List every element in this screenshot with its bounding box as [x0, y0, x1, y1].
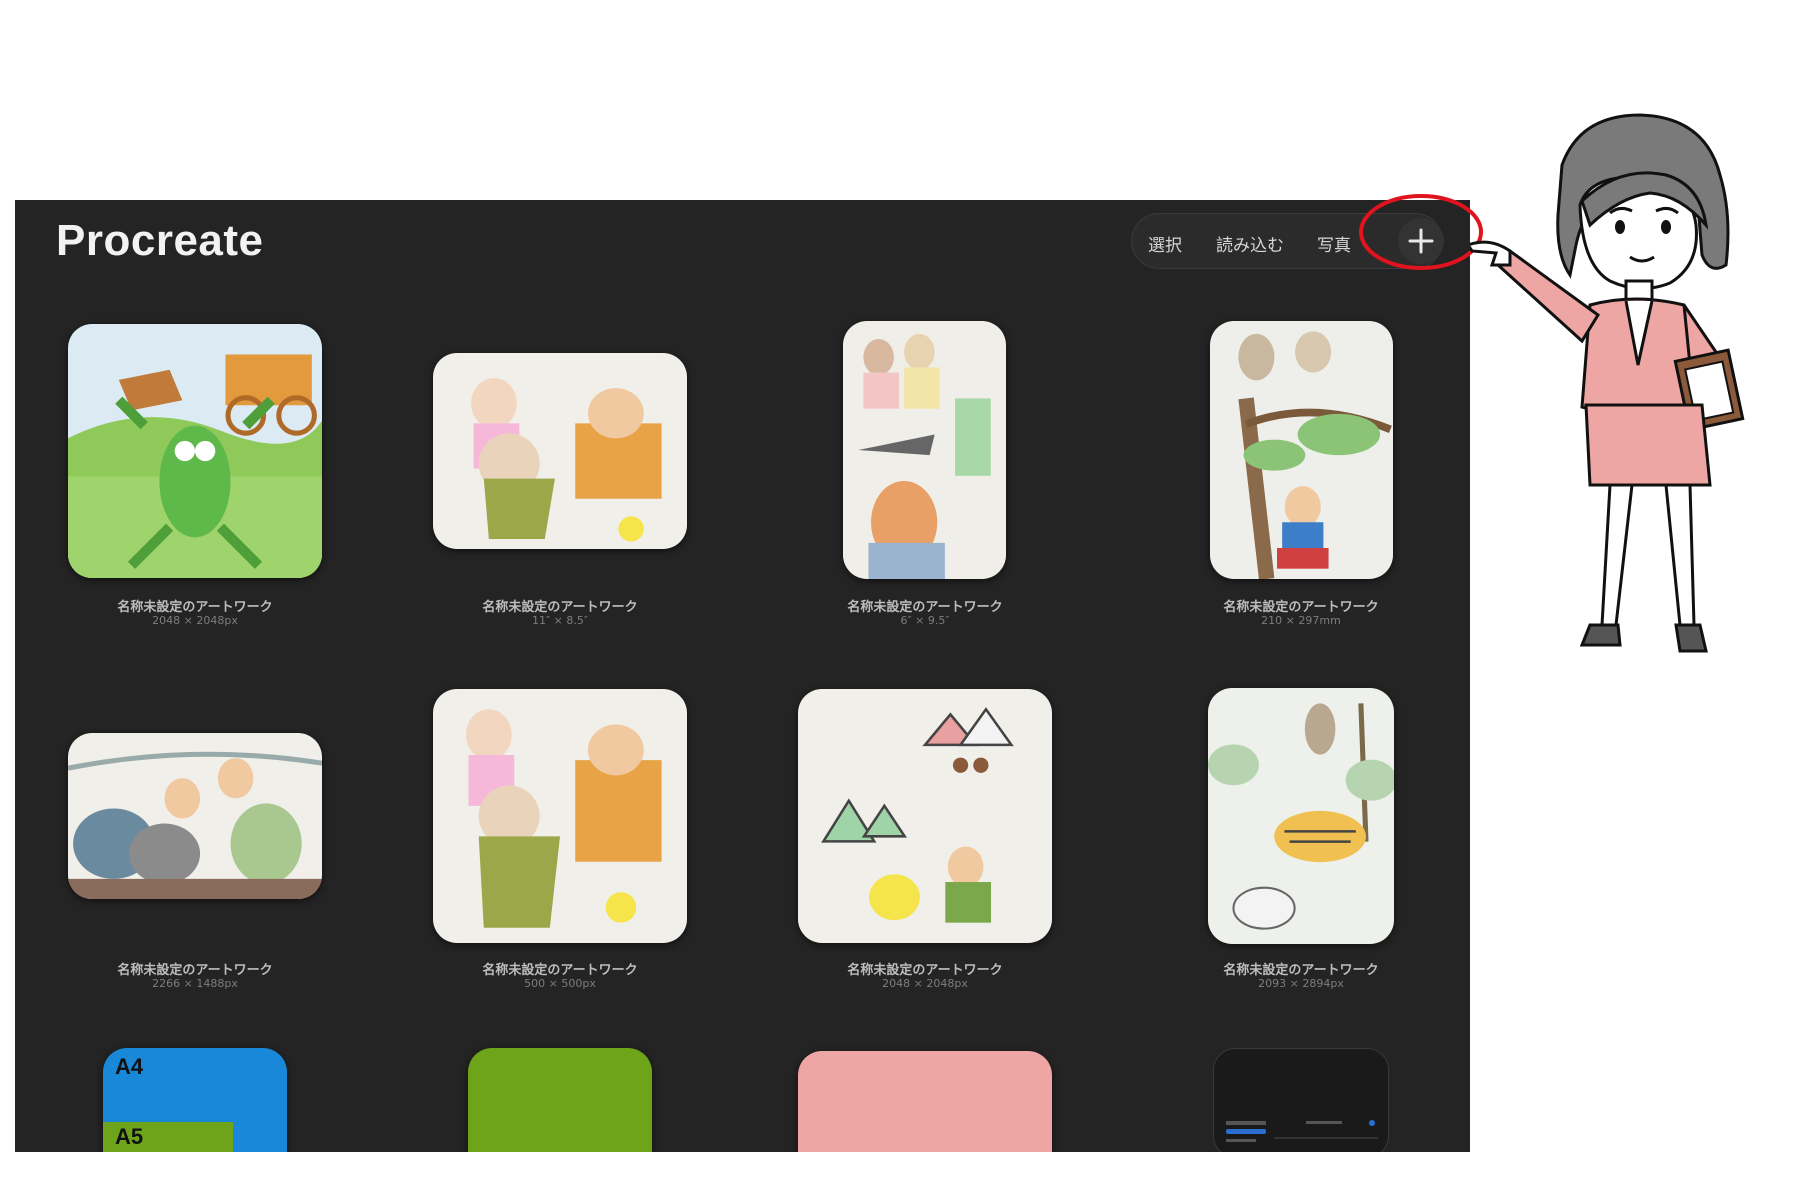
artwork-thumbnail[interactable] — [798, 689, 1052, 943]
photo-button[interactable]: 写真 — [1317, 231, 1351, 256]
artwork-thumbnail[interactable] — [843, 321, 1006, 579]
artwork-name: 名称未設定のアートワーク — [117, 963, 273, 978]
mini-screenshot — [1226, 1120, 1378, 1142]
import-button[interactable]: 読み込む — [1216, 231, 1284, 256]
paper-size-card[interactable]: A4 A5 — [103, 1048, 287, 1152]
artwork-thumbnail[interactable] — [1208, 688, 1394, 944]
artwork-thumbnail[interactable] — [1210, 321, 1393, 579]
artwork-dimensions: 2048 × 2048px — [882, 977, 968, 990]
app-title: Procreate — [56, 216, 264, 265]
green-canvas-card[interactable] — [468, 1048, 652, 1152]
artwork-name: 名称未設定のアートワーク — [1223, 600, 1379, 615]
artwork-thumbnail[interactable] — [68, 324, 322, 578]
highlight-circle — [1359, 194, 1483, 270]
artwork-name: 名称未設定のアートワーク — [482, 600, 638, 615]
pink-canvas-card[interactable] — [798, 1051, 1052, 1152]
artwork-dimensions: 2093 × 2894px — [1258, 977, 1344, 990]
presenter-illustration — [1470, 113, 1745, 653]
artwork-dimensions: 210 × 297mm — [1261, 614, 1341, 627]
a5-label: A5 — [115, 1124, 144, 1149]
select-button[interactable]: 選択 — [1148, 231, 1182, 256]
artwork-dimensions: 2266 × 1488px — [152, 977, 238, 990]
artwork-thumbnail[interactable] — [433, 353, 687, 549]
artwork-dimensions: 6″ × 9.5″ — [900, 614, 950, 627]
artwork-thumbnail[interactable] — [68, 733, 322, 899]
procreate-gallery-window: Procreate 選択 読み込む 写真 名称未設定のアートワーク 2048 ×… — [15, 200, 1470, 1152]
screenshot-card[interactable] — [1213, 1048, 1389, 1152]
a4-label: A4 — [115, 1054, 144, 1079]
artwork-name: 名称未設定のアートワーク — [847, 600, 1003, 615]
artwork-name: 名称未設定のアートワーク — [482, 963, 638, 978]
artwork-dimensions: 11″ × 8.5″ — [532, 614, 588, 627]
artwork-name: 名称未設定のアートワーク — [117, 600, 273, 615]
artwork-dimensions: 500 × 500px — [524, 977, 596, 990]
artwork-name: 名称未設定のアートワーク — [847, 963, 1003, 978]
artwork-thumbnail[interactable] — [433, 689, 687, 943]
artwork-name: 名称未設定のアートワーク — [1223, 963, 1379, 978]
artwork-dimensions: 2048 × 2048px — [152, 614, 238, 627]
